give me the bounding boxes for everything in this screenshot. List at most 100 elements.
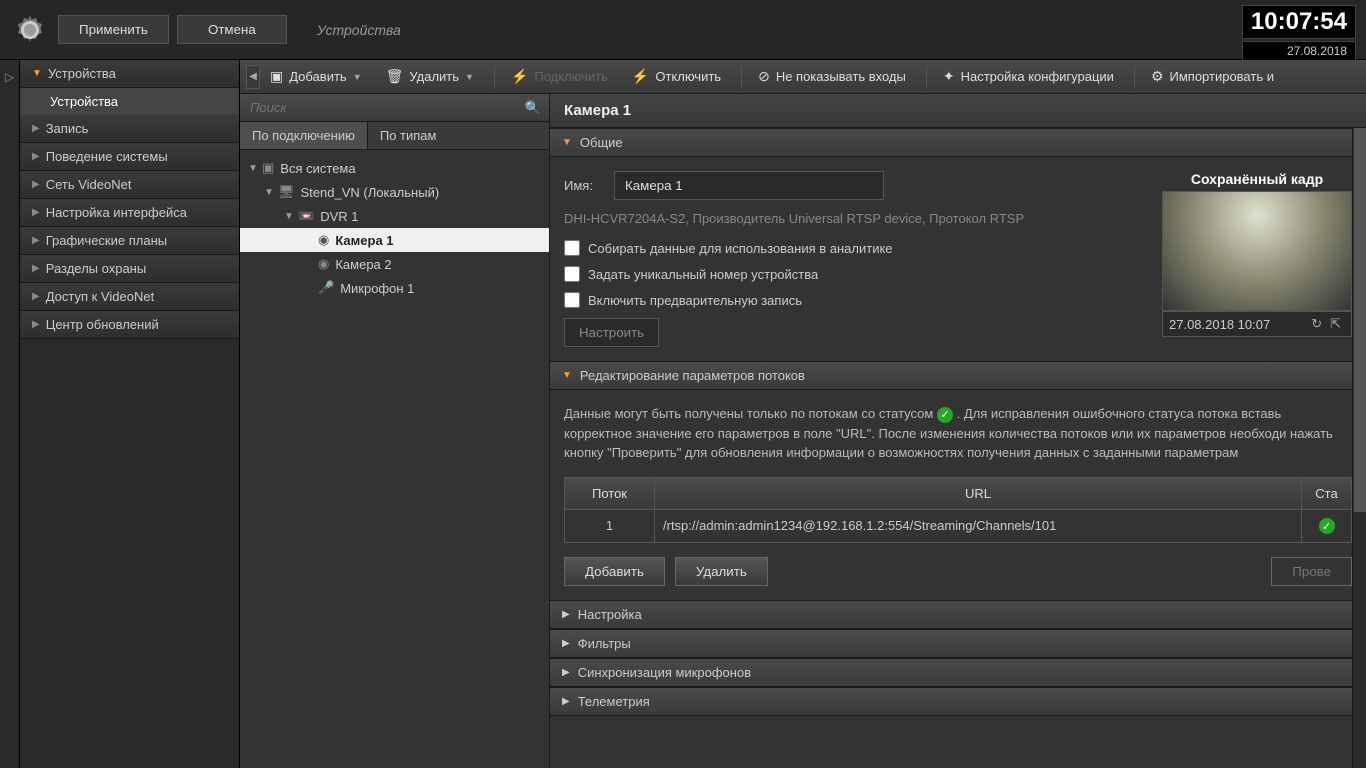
sidebar-item-devices[interactable]: ▼ Устройства <box>20 60 239 88</box>
top-header: Применить Отмена Устройства 10:07:54 27.… <box>0 0 1366 60</box>
unique-id-checkbox[interactable] <box>564 266 580 282</box>
plug-icon: ⚡ <box>511 68 528 85</box>
search-icon[interactable]: 🔍 <box>525 100 541 116</box>
configure-button[interactable]: Настроить <box>564 318 659 347</box>
tree-panel: 🔍 По подключению По типам ▼▣Вся система … <box>240 94 550 768</box>
sidebar-item-label: Запись <box>46 121 89 136</box>
clock-time: 10:07:54 <box>1242 5 1356 39</box>
search-input[interactable] <box>240 94 549 121</box>
gear-icon <box>10 10 50 50</box>
table-row[interactable]: 1 /rtsp://admin:admin1234@192.168.1.2:55… <box>565 509 1352 543</box>
disconnect-label: Отключить <box>655 69 721 84</box>
page-title: Устройства <box>317 22 401 38</box>
tree-camera1[interactable]: ◉Камера 1 <box>240 228 549 252</box>
section-telemetry[interactable]: ▶Телеметрия <box>550 687 1366 716</box>
hide-inputs-button[interactable]: ⊘Не показывать входы <box>748 64 916 89</box>
toolbar: ◀ ▣Добавить▼ 🗑Удалить▼ ⚡Подключить ⚡Откл… <box>240 60 1366 94</box>
tree-mic1[interactable]: 🎤Микрофон 1 <box>240 276 549 300</box>
camera-icon: ◉ <box>318 256 329 272</box>
system-icon: ▣ <box>262 160 274 176</box>
tree-dvr[interactable]: ▼📼DVR 1 <box>240 204 549 228</box>
sidebar-item-plans[interactable]: ▶Графические планы <box>20 227 239 255</box>
hide-inputs-label: Не показывать входы <box>776 69 906 84</box>
delete-stream-button[interactable]: Удалить <box>675 557 768 586</box>
separator <box>1134 65 1135 89</box>
tree-label: Вся система <box>280 161 355 176</box>
tree-camera2[interactable]: ◉ Камера 2 <box>240 252 549 276</box>
mic-icon: 🎤 <box>318 280 334 296</box>
connect-button[interactable]: ⚡Подключить <box>501 64 618 89</box>
preview-timestamp: 27.08.2018 10:07 <box>1169 317 1270 332</box>
separator <box>926 65 927 89</box>
section-filters[interactable]: ▶Фильтры <box>550 629 1366 658</box>
verify-button[interactable]: Прове <box>1271 557 1352 586</box>
chevron-down-icon: ▼ <box>562 137 572 148</box>
prerecord-checkbox[interactable] <box>564 292 580 308</box>
scrollbar-thumb[interactable] <box>1354 128 1366 512</box>
detail-panel: Камера 1 ▼ Общие Имя: DHI-HCVR7204A-S2, П… <box>550 94 1366 768</box>
tab-by-connection[interactable]: По подключению <box>240 122 368 149</box>
refresh-icon[interactable]: ↻ <box>1307 316 1326 331</box>
tab-by-type[interactable]: По типам <box>368 122 449 149</box>
detail-title: Камера 1 <box>550 94 1366 128</box>
name-input[interactable] <box>614 171 884 200</box>
search-box: 🔍 <box>240 94 549 122</box>
tree-label: Камера 2 <box>335 257 391 272</box>
device-info: DHI-HCVR7204A-S2, Производитель Universa… <box>564 210 1142 228</box>
sidebar-collapse-handle[interactable]: ▷ <box>0 60 20 768</box>
add-icon: ▣ <box>270 68 283 85</box>
sidebar-item-label: Графические планы <box>46 233 167 248</box>
check-ok-icon: ✓ <box>937 407 953 423</box>
toolbar-prev[interactable]: ◀ <box>246 65 260 89</box>
tree-server[interactable]: ▼🖥Stend_VN (Локальный) <box>240 180 549 204</box>
analytics-checkbox[interactable] <box>564 240 580 256</box>
delete-button[interactable]: 🗑Удалить▼ <box>376 64 484 89</box>
server-icon: 🖥 <box>278 184 295 200</box>
section-label: Редактирование параметров потоков <box>580 368 805 383</box>
chevron-right-icon: ▶ <box>562 667 570 678</box>
chevron-down-icon: ▼ <box>284 211 298 222</box>
sidebar-item-label: Устройства <box>48 66 116 81</box>
apply-button[interactable]: Применить <box>58 15 169 44</box>
config-button[interactable]: ✦ Настройка конфигурации <box>933 64 1124 89</box>
section-label: Телеметрия <box>578 694 650 709</box>
export-icon[interactable]: ⇱ <box>1326 316 1345 331</box>
sidebar-item-network[interactable]: ▶Сеть VideoNet <box>20 171 239 199</box>
separator <box>494 65 495 89</box>
sidebar-item-zones[interactable]: ▶Разделы охраны <box>20 255 239 283</box>
wrench-icon: ✦ <box>943 68 955 85</box>
chevron-right-icon: ▶ <box>562 638 570 649</box>
section-label: Общие <box>580 135 623 150</box>
sidebar: ▼ Устройства Устройства ▶ Запись ▶Поведен… <box>20 60 240 768</box>
import-button[interactable]: ⚙Импортировать и <box>1141 64 1284 89</box>
chevron-right-icon: ▶ <box>32 123 40 134</box>
disconnect-button[interactable]: ⚡Отключить <box>622 64 731 89</box>
sidebar-item-behavior[interactable]: ▶Поведение системы <box>20 143 239 171</box>
name-label: Имя: <box>564 178 614 193</box>
col-status: Ста <box>1302 477 1352 509</box>
sidebar-item-updates[interactable]: ▶Центр обновлений <box>20 311 239 339</box>
add-stream-button[interactable]: Добавить <box>564 557 665 586</box>
chevron-right-icon: ▶ <box>32 151 40 162</box>
config-label: Настройка конфигурации <box>961 69 1114 84</box>
cancel-button[interactable]: Отмена <box>177 15 287 44</box>
tree-root[interactable]: ▼▣ Вся система <box>240 156 549 180</box>
sidebar-item-record[interactable]: ▶ Запись <box>20 115 239 143</box>
section-streams[interactable]: ▼Редактирование параметров потоков <box>550 361 1366 390</box>
chevron-down-icon: ▼ <box>465 72 474 82</box>
section-settings[interactable]: ▶Настройка <box>550 600 1366 629</box>
preview-title: Сохранённый кадр <box>1162 171 1352 187</box>
add-button[interactable]: ▣Добавить▼ <box>260 64 372 89</box>
chevron-down-icon: ▼ <box>248 163 262 174</box>
sidebar-subitem-devices[interactable]: Устройства <box>20 88 239 115</box>
chevron-down-icon: ▼ <box>264 187 278 198</box>
section-mic-sync[interactable]: ▶Синхронизация микрофонов <box>550 658 1366 687</box>
sidebar-item-label: Настройка интерфейса <box>46 205 187 220</box>
sidebar-item-access[interactable]: ▶Доступ к VideoNet <box>20 283 239 311</box>
section-general[interactable]: ▼ Общие <box>550 128 1366 157</box>
tree-label: Камера 1 <box>335 233 393 248</box>
scrollbar[interactable] <box>1352 128 1366 768</box>
separator <box>741 65 742 89</box>
sidebar-item-interface[interactable]: ▶Настройка интерфейса <box>20 199 239 227</box>
check-ok-icon: ✓ <box>1319 518 1335 534</box>
